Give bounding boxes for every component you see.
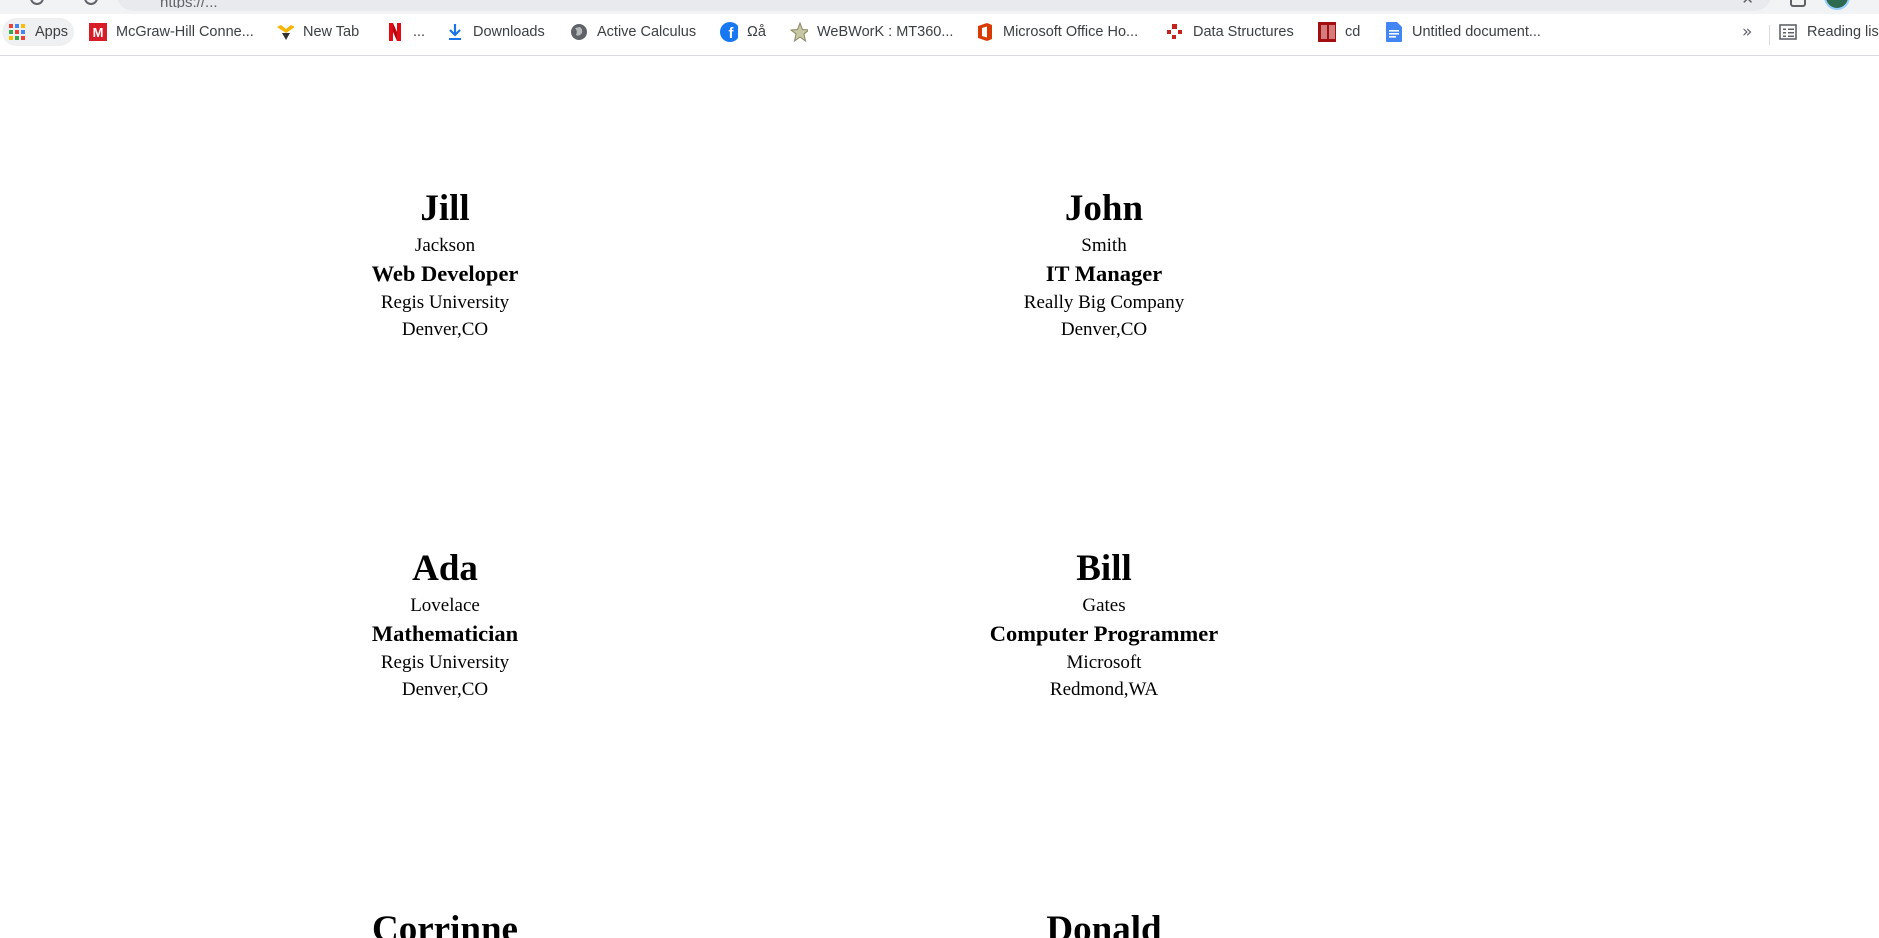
reading-list-label: Reading list bbox=[1807, 24, 1879, 40]
location: Redmond,WA bbox=[1049, 679, 1159, 700]
last-name: Smith bbox=[1081, 235, 1127, 256]
bookmark-untitled-document[interactable]: Untitled document... bbox=[1379, 18, 1547, 46]
data-structures-icon bbox=[1166, 23, 1184, 41]
omnibox[interactable]: https://... ✕ bbox=[116, 0, 1772, 11]
bookmark-label: Apps bbox=[35, 24, 69, 40]
facebook-icon: f bbox=[720, 22, 738, 42]
last-name: Lovelace bbox=[410, 595, 480, 616]
svg-text:M: M bbox=[93, 25, 104, 40]
last-name: Jackson bbox=[414, 235, 476, 256]
bookmark-label: Downloads bbox=[473, 24, 545, 40]
bookmark-label: WeBWorK : MT360... bbox=[817, 24, 954, 40]
bookmark-facebook[interactable]: f Ωå bbox=[714, 18, 772, 46]
job-title: Web Developer bbox=[371, 261, 519, 286]
profile-card: Ada Lovelace Mathematician Regis Univers… bbox=[165, 546, 725, 703]
cd-book-icon bbox=[1318, 22, 1336, 42]
address-bar-row: https://... ✕ bbox=[0, 0, 1879, 14]
location: Denver,CO bbox=[1060, 319, 1148, 340]
reading-list-button[interactable]: Reading list bbox=[1779, 18, 1879, 46]
organization: Regis University bbox=[380, 292, 510, 313]
download-icon bbox=[446, 23, 464, 41]
google-docs-icon bbox=[1385, 22, 1403, 42]
globe-icon bbox=[570, 23, 588, 41]
bookmark-microsoft-office[interactable]: Microsoft Office Ho... bbox=[970, 18, 1144, 46]
first-name: Jill bbox=[420, 188, 470, 229]
extensions-icon[interactable] bbox=[1790, 0, 1806, 7]
bookmark-netflix[interactable]: ... bbox=[380, 18, 431, 46]
office-icon bbox=[976, 23, 994, 41]
bookmark-active-calculus[interactable]: Active Calculus bbox=[564, 18, 702, 46]
bookmarks-bar: Apps M McGraw-Hill Conne... New Tab ... … bbox=[0, 14, 1879, 56]
bookmark-label: Untitled document... bbox=[1412, 24, 1541, 40]
bookmark-label: New Tab bbox=[303, 24, 360, 40]
new-tab-icon bbox=[276, 23, 294, 41]
job-title: Computer Programmer bbox=[989, 621, 1219, 646]
bookmark-apps[interactable]: Apps bbox=[2, 18, 75, 46]
forward-button[interactable] bbox=[30, 0, 44, 5]
profile-cards: Jill Jackson Web Developer Regis Univers… bbox=[0, 56, 1879, 938]
organization: Microsoft bbox=[1066, 652, 1142, 673]
organization: Regis University bbox=[380, 652, 510, 673]
reload-button[interactable] bbox=[84, 0, 98, 5]
apps-grid-icon bbox=[8, 23, 26, 41]
mcgraw-hill-icon: M bbox=[89, 23, 107, 41]
bookmark-cd[interactable]: cd bbox=[1312, 18, 1366, 46]
bookmarks-overflow-button[interactable]: » bbox=[1742, 18, 1752, 46]
first-name: Donald bbox=[1046, 909, 1162, 938]
bookmark-label: McGraw-Hill Conne... bbox=[116, 24, 254, 40]
location: Denver,CO bbox=[401, 679, 489, 700]
job-title: IT Manager bbox=[1045, 261, 1163, 286]
reading-list-icon bbox=[1779, 23, 1797, 41]
first-name: Bill bbox=[1076, 548, 1132, 589]
bookmark-label: ... bbox=[413, 24, 426, 40]
first-name: Corrinne bbox=[372, 909, 518, 938]
profile-card: Donald bbox=[824, 907, 1384, 938]
bookmark-mcgraw-hill[interactable]: M McGraw-Hill Conne... bbox=[83, 18, 260, 46]
first-name: John bbox=[1064, 188, 1144, 229]
bookmark-label: cd bbox=[1345, 24, 1361, 40]
netflix-icon bbox=[386, 23, 404, 41]
profile-card: Corrinne bbox=[165, 907, 725, 938]
bookmark-label: Ωå bbox=[747, 24, 766, 40]
last-name: Gates bbox=[1082, 595, 1126, 616]
location: Denver,CO bbox=[401, 319, 489, 340]
bookmark-label: Active Calculus bbox=[597, 24, 697, 40]
bookmark-label: Data Structures bbox=[1193, 24, 1294, 40]
profile-card: John Smith IT Manager Really Big Company… bbox=[824, 186, 1384, 343]
bookmark-downloads[interactable]: Downloads bbox=[440, 18, 551, 46]
bookmark-new-tab[interactable]: New Tab bbox=[270, 18, 365, 46]
close-icon[interactable]: ✕ bbox=[1741, 0, 1754, 7]
organization: Really Big Company bbox=[1023, 292, 1185, 313]
profile-avatar[interactable] bbox=[1824, 0, 1850, 10]
bookmark-data-structures[interactable]: Data Structures bbox=[1160, 18, 1300, 46]
profile-card: Bill Gates Computer Programmer Microsoft… bbox=[824, 546, 1384, 703]
bookmarks-divider bbox=[1769, 25, 1770, 45]
webwork-star-icon bbox=[790, 22, 808, 42]
profile-card: Jill Jackson Web Developer Regis Univers… bbox=[165, 186, 725, 343]
bookmark-webwork[interactable]: WeBWorK : MT360... bbox=[784, 18, 959, 46]
first-name: Ada bbox=[412, 548, 478, 589]
bookmark-label: Microsoft Office Ho... bbox=[1003, 24, 1139, 40]
omnibox-url: https://... bbox=[160, 0, 1160, 8]
job-title: Mathematician bbox=[371, 621, 519, 646]
